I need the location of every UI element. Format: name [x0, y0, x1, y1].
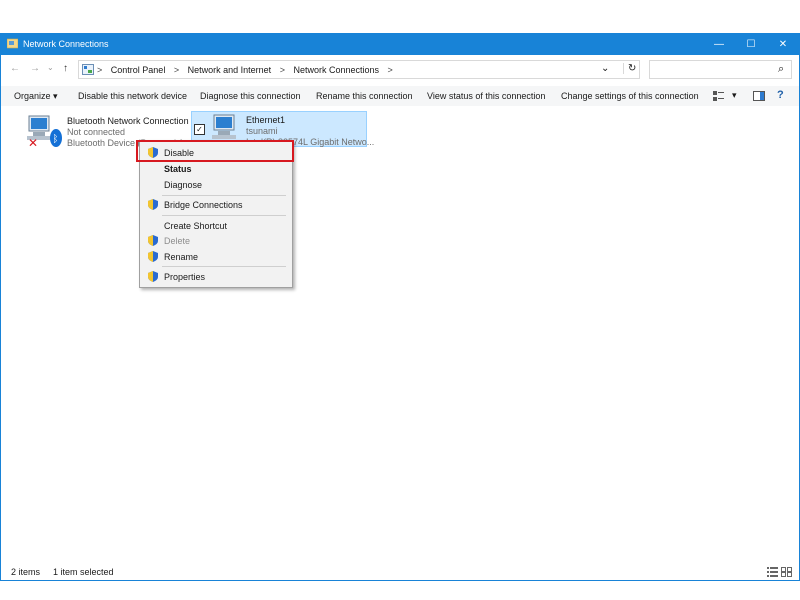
minimize-button[interactable]: —	[703, 34, 735, 55]
menu-item-diagnose[interactable]: Diagnose	[140, 177, 292, 192]
help-icon[interactable]: ?	[777, 89, 784, 101]
menu-item-properties[interactable]: Properties	[140, 269, 292, 284]
menu-item-create-shortcut[interactable]: Create Shortcut	[140, 218, 292, 233]
view-dropdown-icon[interactable]: ▾	[732, 90, 737, 101]
disable-device-button[interactable]: Disable this network device	[78, 91, 187, 101]
selection-checkbox[interactable]: ✓	[194, 124, 205, 135]
command-bar: Organize ▾ Disable this network device D…	[1, 86, 799, 106]
selected-count: 1 item selected	[53, 567, 114, 577]
search-icon: ⌕	[778, 63, 785, 75]
menu-item-label: Properties	[164, 272, 206, 282]
menu-item-label: Status	[164, 164, 192, 174]
menu-separator	[162, 195, 286, 196]
connections-list: ✕ ᛒ Bluetooth Network Connection Not con…	[1, 108, 799, 556]
uac-shield-icon	[148, 251, 158, 262]
connection-status: Not connected	[67, 127, 126, 137]
network-folder-icon	[7, 38, 18, 49]
address-bar: ← → ⌄ ↑ > Control Panel > Network and In…	[1, 57, 799, 83]
menu-item-label: Diagnose	[164, 180, 203, 190]
network-connections-window: Network Connections — ☐ ✕ ← → ⌄ ↑ > Cont…	[0, 33, 800, 581]
view-status-button[interactable]: View status of this connection	[427, 91, 545, 101]
breadcrumb-separator: >	[97, 65, 103, 75]
back-arrow-icon[interactable]: ←	[10, 63, 20, 74]
uac-shield-icon	[148, 235, 158, 246]
breadcrumb-separator[interactable]: >	[174, 65, 179, 75]
breadcrumb-network-connections[interactable]: Network Connections	[293, 65, 379, 75]
menu-separator	[162, 215, 286, 216]
menu-separator	[162, 266, 286, 267]
preview-pane-icon[interactable]	[753, 91, 765, 101]
menu-item-status[interactable]: Status	[140, 161, 292, 176]
menu-item-label: Rename	[164, 252, 199, 262]
organize-label: Organize	[14, 91, 51, 101]
details-view-icon[interactable]	[767, 567, 778, 577]
menu-item-bridge-connections[interactable]: Bridge Connections	[140, 197, 292, 212]
address-field[interactable]: > Control Panel > Network and Internet >…	[78, 60, 640, 79]
menu-item-label: Create Shortcut	[164, 221, 228, 231]
large-icons-view-icon[interactable]	[781, 567, 792, 577]
svg-text:ᛒ: ᛒ	[53, 134, 59, 145]
title-bar[interactable]: Network Connections — ☐ ✕	[1, 34, 799, 55]
control-panel-icon	[82, 64, 94, 75]
bluetooth-network-icon: ✕ ᛒ	[27, 115, 62, 148]
up-arrow-icon[interactable]: ↑	[63, 63, 68, 74]
window-title: Network Connections	[23, 39, 109, 49]
refresh-icon[interactable]: ↻	[623, 63, 636, 74]
uac-shield-icon	[148, 271, 158, 282]
item-count: 2 items	[11, 567, 41, 577]
connection-name: Ethernet1	[246, 115, 286, 125]
breadcrumb: > Control Panel > Network and Internet >…	[97, 65, 399, 75]
diagnose-button[interactable]: Diagnose this connection	[200, 91, 301, 101]
search-input[interactable]: ⌕	[649, 60, 792, 79]
uac-shield-icon	[148, 199, 158, 210]
chevron-down-icon: ▾	[53, 91, 58, 101]
menu-item-label: Bridge Connections	[164, 200, 243, 210]
menu-item-rename[interactable]: Rename	[140, 249, 292, 264]
svg-text:✕: ✕	[28, 136, 38, 148]
breadcrumb-separator[interactable]: >	[280, 65, 285, 75]
forward-arrow-icon[interactable]: →	[30, 63, 40, 74]
disable-highlight-box	[136, 140, 294, 162]
rename-button[interactable]: Rename this connection	[316, 91, 413, 101]
menu-item-label: Delete	[164, 236, 191, 246]
organize-button[interactable]: Organize ▾	[14, 91, 58, 102]
address-dropdown-icon[interactable]: ⌄	[601, 63, 609, 74]
close-button[interactable]: ✕	[767, 34, 799, 55]
recent-chevron-icon[interactable]: ⌄	[47, 63, 54, 72]
status-bar: 2 items 1 item selected	[1, 564, 799, 580]
breadcrumb-separator[interactable]: >	[388, 65, 393, 75]
connection-status: tsunami	[246, 126, 278, 136]
change-settings-button[interactable]: Change settings of this connection	[561, 91, 699, 101]
view-options-icon[interactable]	[713, 91, 724, 101]
context-menu: Disable Status Diagnose Bridge Connectio…	[139, 140, 293, 288]
breadcrumb-control-panel[interactable]: Control Panel	[111, 65, 166, 75]
maximize-button[interactable]: ☐	[735, 34, 767, 55]
menu-item-delete[interactable]: Delete	[140, 233, 292, 248]
breadcrumb-network-and-internet[interactable]: Network and Internet	[188, 65, 272, 75]
connection-name: Bluetooth Network Connection	[67, 116, 189, 126]
